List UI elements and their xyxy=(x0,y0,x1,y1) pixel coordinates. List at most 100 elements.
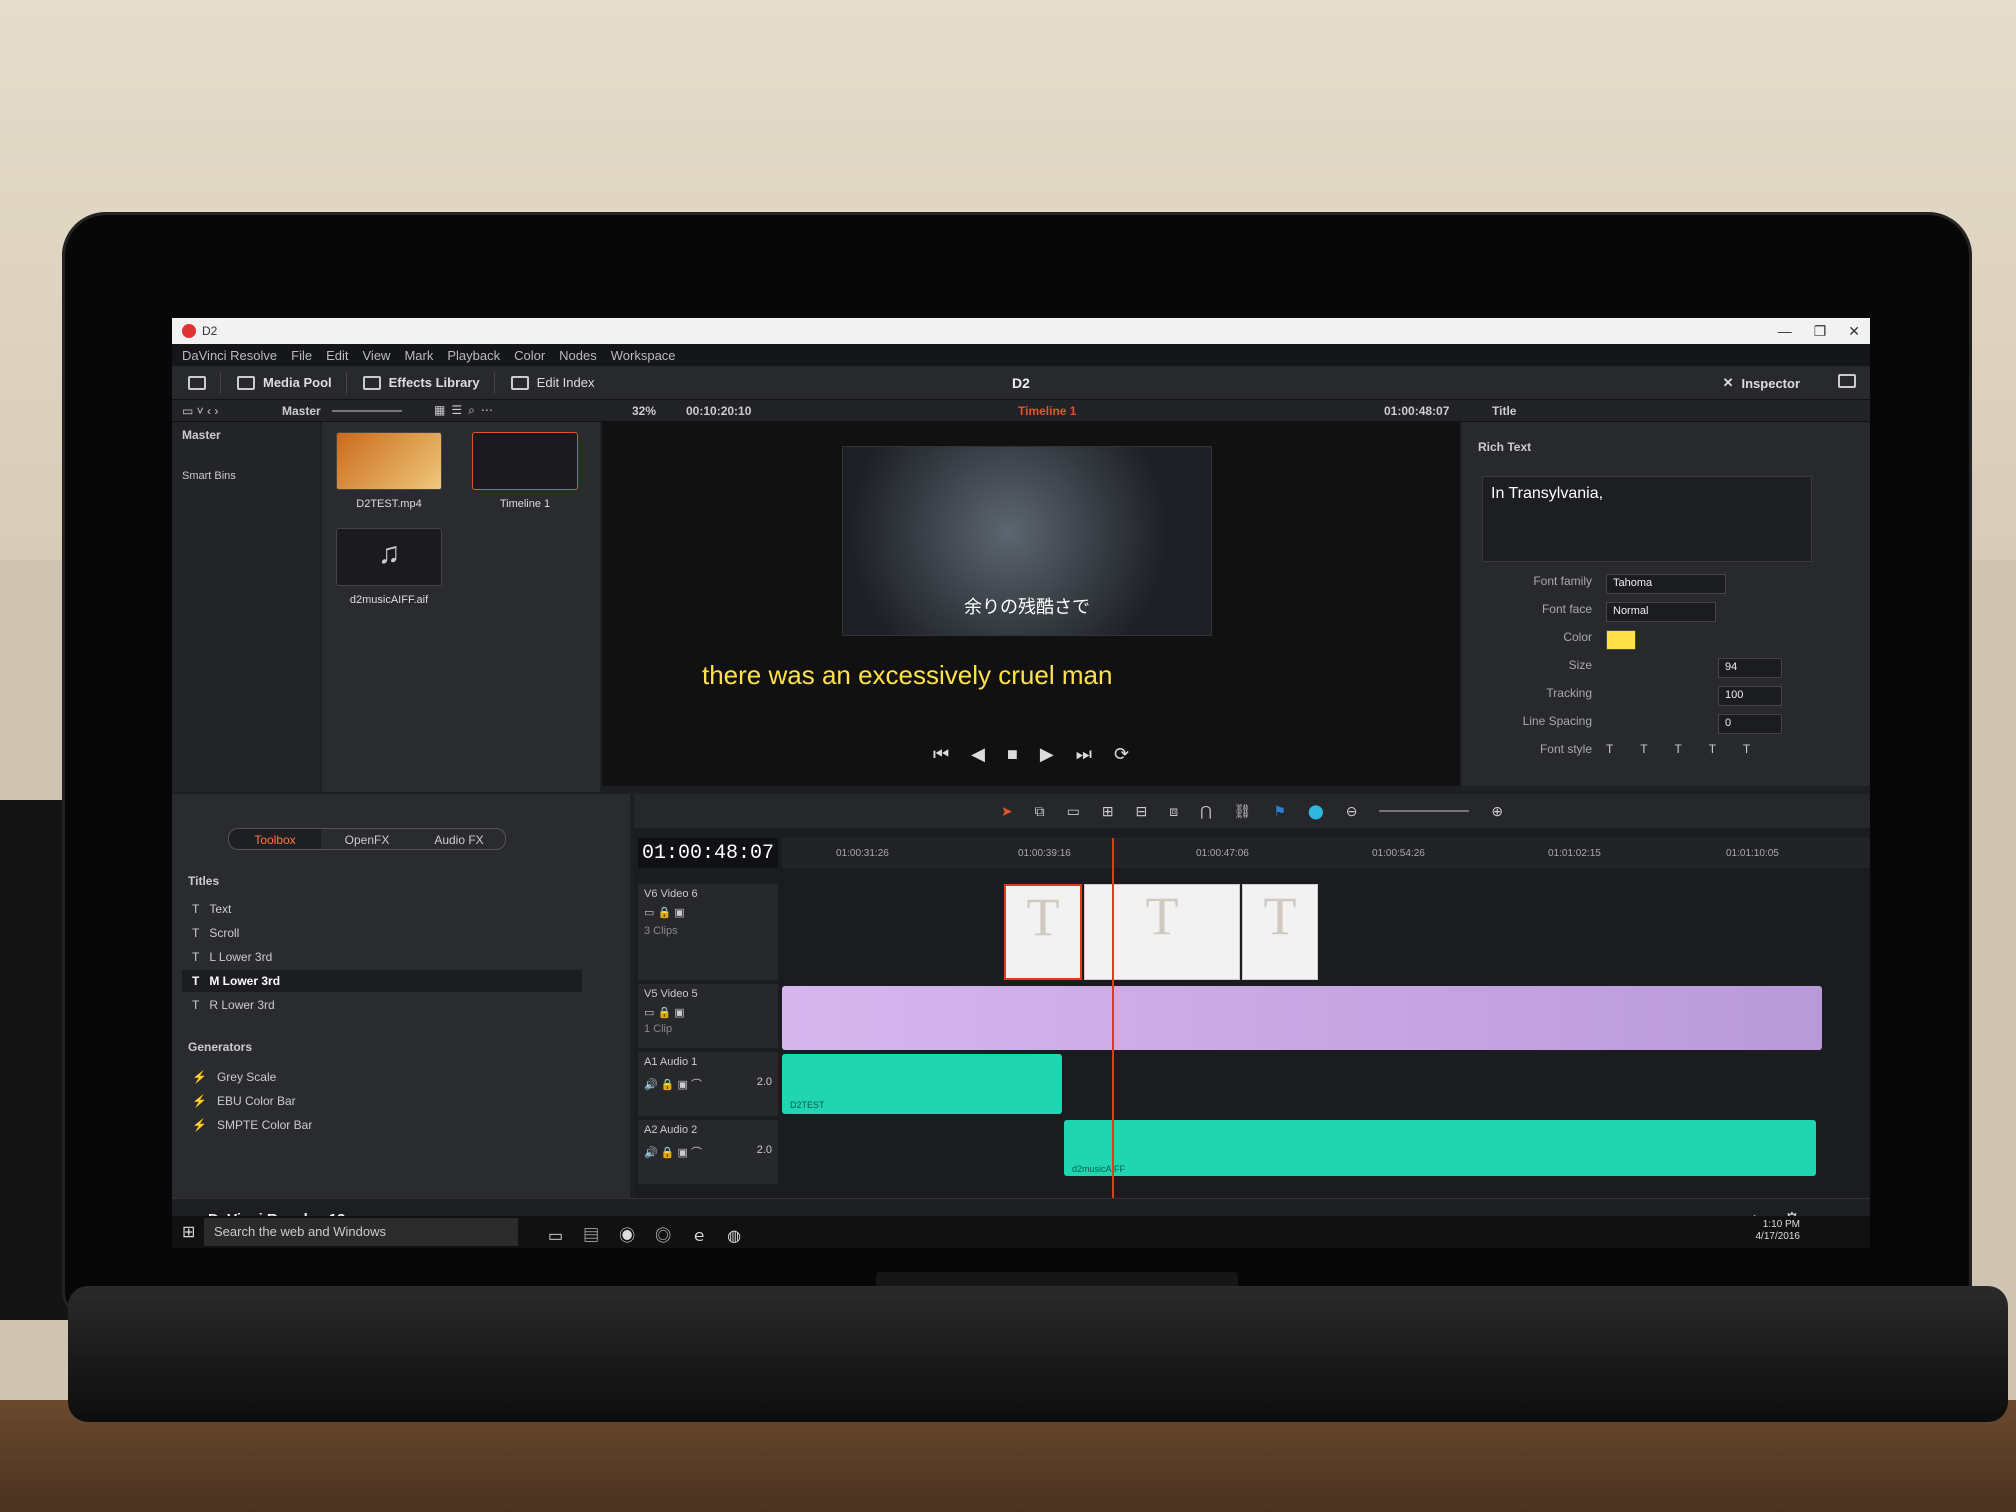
menu-edit[interactable]: Edit xyxy=(326,348,348,363)
bin-list-icon[interactable]: ▭ ˅ ‹ › xyxy=(182,404,218,418)
overwrite-icon[interactable]: ⊟ xyxy=(1136,803,1148,820)
title-item-m-lower-3rd[interactable]: TM Lower 3rd xyxy=(182,970,582,992)
track-controls[interactable]: ▭ 🔒 ▣ xyxy=(644,906,772,919)
track-header-v6[interactable]: V6 Video 6 ▭ 🔒 ▣ 3 Clips xyxy=(638,884,778,980)
menu-workspace[interactable]: Workspace xyxy=(611,348,676,363)
size-row: Size 94 xyxy=(1482,658,1842,680)
timeline-thumbnail xyxy=(472,432,578,490)
play-icon[interactable]: ▶ xyxy=(1040,744,1054,765)
zoom-slider[interactable] xyxy=(1379,810,1470,812)
taskbar-search[interactable]: Search the web and Windows xyxy=(204,1218,518,1246)
font-face-select[interactable]: Normal xyxy=(1606,602,1716,622)
title-item-scroll[interactable]: T Scroll xyxy=(182,922,582,944)
windows-start-icon[interactable]: ⊞ xyxy=(182,1222,195,1242)
media-pool-button[interactable]: Media Pool xyxy=(237,375,332,390)
bin-master[interactable]: Master xyxy=(172,422,320,448)
color-swatch[interactable] xyxy=(1606,630,1636,650)
title-clip[interactable]: T xyxy=(1084,884,1240,980)
zoom-in-icon[interactable]: ⊕ xyxy=(1491,803,1503,820)
track-controls[interactable]: ▭ 🔒 ▣ xyxy=(644,1006,772,1019)
restore-icon[interactable]: ❐ xyxy=(1814,323,1827,340)
list-icon xyxy=(510,375,529,390)
blade-tool-icon[interactable]: ▭ xyxy=(1067,803,1080,820)
title-clip[interactable]: T xyxy=(1242,884,1318,980)
insert-icon[interactable]: ⊞ xyxy=(1102,803,1114,820)
title-icon: T xyxy=(192,950,200,964)
tab-openfx[interactable]: OpenFX xyxy=(321,829,413,849)
skip-forward-icon[interactable]: ⏭ xyxy=(1076,744,1092,765)
loop-icon[interactable]: ⟳ xyxy=(1114,744,1129,765)
effects-icon xyxy=(362,375,381,390)
tab-toolbox[interactable]: Toolbox xyxy=(229,829,321,849)
title-overlay-text: there was an excessively cruel man xyxy=(702,660,1113,690)
generator-ebu-color-bar[interactable]: ⚡ EBU Color Bar xyxy=(182,1090,582,1112)
tab-audio-fx[interactable]: Audio FX xyxy=(413,829,505,849)
minimize-icon[interactable]: — xyxy=(1778,323,1792,339)
menu-nodes[interactable]: Nodes xyxy=(559,348,597,363)
track-header-a1[interactable]: A1 Audio 1 🔊 🔒 ▣ ⌒ 2.0 xyxy=(638,1052,778,1116)
stop-icon[interactable]: ■ xyxy=(1007,744,1018,765)
edit-index-button[interactable]: Edit Index xyxy=(510,375,595,390)
playhead[interactable] xyxy=(1112,838,1114,1198)
title-item-l-lower-3rd[interactable]: TL Lower 3rd xyxy=(182,946,582,968)
audio-clip-d2music[interactable]: d2musicAIFF xyxy=(1064,1120,1816,1176)
line-spacing-row: Line Spacing 0 xyxy=(1482,714,1842,736)
selection-tool-icon[interactable]: ➤ xyxy=(1001,803,1013,820)
effects-tabs: Toolbox OpenFX Audio FX xyxy=(228,828,506,850)
generators-heading: Generators xyxy=(188,1040,253,1054)
generator-smpte-color-bar[interactable]: ⚡ SMPTE Color Bar xyxy=(182,1114,582,1136)
clip-d2test[interactable]: D2TEST.mp4 xyxy=(336,432,442,510)
title-item-r-lower-3rd[interactable]: TR Lower 3rd xyxy=(182,994,582,1016)
font-family-select[interactable]: Tahoma xyxy=(1606,574,1726,594)
play-reverse-icon[interactable]: ◀ xyxy=(971,744,985,765)
menu-color[interactable]: Color xyxy=(514,348,545,363)
title-item-text[interactable]: T Text xyxy=(182,898,582,920)
title-clip[interactable]: T xyxy=(1004,884,1082,980)
soundbar xyxy=(68,1286,2008,1422)
expand-icon[interactable] xyxy=(1838,374,1856,388)
zoom-level[interactable]: 32% xyxy=(632,404,656,418)
menu-playback[interactable]: Playback xyxy=(447,348,500,363)
video5-clip[interactable] xyxy=(782,986,1822,1050)
rich-text-field[interactable]: In Transylvania, xyxy=(1482,476,1812,562)
snapping-icon[interactable]: ⋂ xyxy=(1200,803,1211,820)
track-header-v5[interactable]: V5 Video 5 ▭ 🔒 ▣ 1 Clip xyxy=(638,984,778,1048)
track-header-a2[interactable]: A2 Audio 2 🔊 🔒 ▣ ⌒ 2.0 xyxy=(638,1120,778,1184)
clip-d2music[interactable]: ♫ d2musicAIFF.aif xyxy=(336,528,442,606)
menu-mark[interactable]: Mark xyxy=(404,348,433,363)
thumbnail-size-slider[interactable] xyxy=(332,410,402,412)
menu-file[interactable]: File xyxy=(291,348,312,363)
generator-grey-scale[interactable]: ⚡ Grey Scale xyxy=(182,1066,582,1088)
link-icon[interactable]: ⛓ xyxy=(1234,803,1252,820)
zoom-out-icon[interactable]: ⊖ xyxy=(1346,803,1358,820)
track-controls[interactable]: 🔊 🔒 ▣ ⌒ 2.0 xyxy=(644,1144,772,1160)
size-field[interactable]: 94 xyxy=(1718,658,1782,678)
smart-bins-label[interactable]: Smart Bins xyxy=(172,464,320,488)
replace-icon[interactable]: ⧈ xyxy=(1169,803,1178,820)
font-style-buttons[interactable]: T T T T T xyxy=(1606,742,1762,756)
marker-icon[interactable]: ⬤ xyxy=(1308,803,1324,820)
tracking-field[interactable]: 100 xyxy=(1718,686,1782,706)
close-icon[interactable]: ✕ xyxy=(1848,323,1860,340)
taskbar-clock[interactable]: 1:10 PM 4/17/2016 xyxy=(1756,1219,1801,1243)
timeline-ruler[interactable]: 01:00:31:26 01:00:39:16 01:00:47:06 01:0… xyxy=(782,838,1870,868)
effects-library-button[interactable]: Effects Library xyxy=(362,375,480,390)
taskbar-apps[interactable]: ▭▤◉◎ｅ◍ xyxy=(548,1222,761,1246)
line-spacing-field[interactable]: 0 xyxy=(1718,714,1782,734)
flag-icon[interactable]: ⚑ xyxy=(1273,803,1286,820)
trim-tool-icon[interactable]: ⧉ xyxy=(1035,803,1045,820)
menu-resolve[interactable]: DaVinci Resolve xyxy=(182,348,277,363)
font-family-row: Font family Tahoma xyxy=(1482,574,1842,596)
inspector-button[interactable]: ✕ Inspector xyxy=(1723,375,1800,391)
font-face-row: Font face Normal xyxy=(1482,602,1842,624)
clip-timeline-1[interactable]: Timeline 1 xyxy=(472,432,578,510)
menu-view[interactable]: View xyxy=(363,348,391,363)
view-mode-icons[interactable]: ▦☰⌕⋯ xyxy=(434,403,499,418)
monitor-toggle-button[interactable] xyxy=(188,375,206,390)
timeline-selector[interactable]: Timeline 1 xyxy=(1018,404,1076,418)
track-controls[interactable]: 🔊 🔒 ▣ ⌒ 2.0 xyxy=(644,1076,772,1092)
audio-clip-d2test[interactable]: D2TEST xyxy=(782,1054,1062,1114)
divider xyxy=(220,371,221,394)
skip-back-icon[interactable]: ⏮ xyxy=(933,744,949,765)
bin-name: Master xyxy=(282,403,321,418)
